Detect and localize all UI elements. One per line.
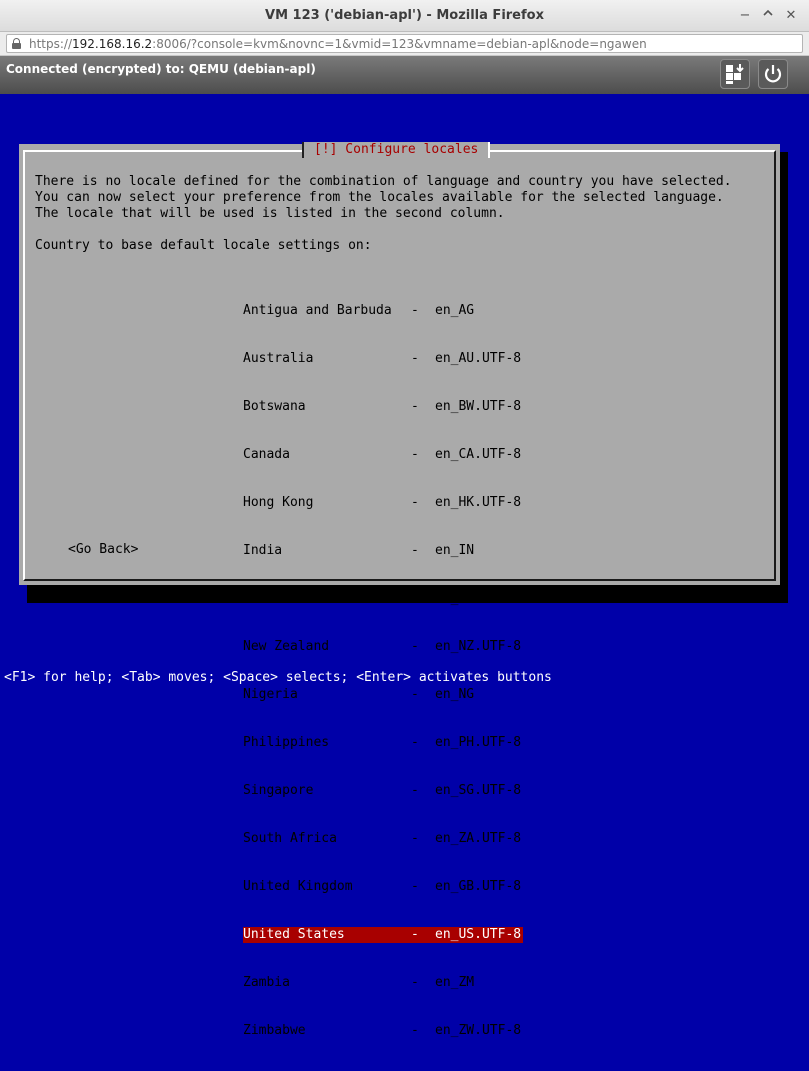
maximize-icon[interactable] [760,8,776,24]
url-host: 192.168.16.2 [72,37,153,51]
connection-status: Connected (encrypted) to: QEMU (debian-a… [6,62,316,76]
list-item[interactable]: New Zealand - en_NZ.UTF-8 [243,639,523,655]
go-back-button[interactable]: <Go Back> [68,542,138,558]
dialog-title: [!] Configure locales [302,142,491,158]
power-button[interactable] [758,59,788,89]
list-item[interactable]: Zambia - en_ZM [243,975,523,991]
selected-list-item[interactable]: United States - en_US.UTF-8 [243,927,523,943]
url-text: https://192.168.16.2:8006/?console=kvm&n… [29,37,647,51]
close-icon[interactable]: ✕ [783,8,799,24]
url-bar: https://192.168.16.2:8006/?console=kvm&n… [0,32,809,56]
window-title: VM 123 ('debian-apl') - Mozilla Firefox [265,8,544,23]
list-item[interactable]: Hong Kong - en_HK.UTF-8 [243,495,523,511]
list-item[interactable]: Botswana - en_BW.UTF-8 [243,399,523,415]
send-keys-button[interactable] [720,59,750,89]
url-scheme: https:// [29,37,73,51]
list-item[interactable]: Canada - en_CA.UTF-8 [243,447,523,463]
configure-locales-dialog: [!] Configure locales There is no locale… [19,142,780,1038]
list-item[interactable]: Antigua and Barbuda - en_AG [243,303,523,319]
country-prompt: Country to base default locale settings … [35,238,372,253]
help-line: <F1> for help; <Tab> moves; <Space> sele… [4,670,552,685]
list-item[interactable]: Singapore - en_SG.UTF-8 [243,783,523,799]
list-item[interactable]: India - en_IN [243,543,523,559]
window-titlebar: VM 123 ('debian-apl') - Mozilla Firefox … [0,0,809,32]
list-item[interactable]: United Kingdom - en_GB.UTF-8 [243,879,523,895]
description-line-2: You can now select your preference from … [35,190,724,205]
list-item[interactable]: South Africa - en_ZA.UTF-8 [243,831,523,847]
power-icon [764,65,782,83]
description-line-1: There is no locale defined for the combi… [35,174,732,189]
description-line-3: The locale that will be used is listed i… [35,206,505,221]
url-path: :8006/?console=kvm&novnc=1&vmid=123&vmna… [152,37,647,51]
vnc-status-bar: Connected (encrypted) to: QEMU (debian-a… [0,56,809,94]
list-item[interactable]: Australia - en_AU.UTF-8 [243,351,523,367]
list-item[interactable]: Philippines - en_PH.UTF-8 [243,735,523,751]
address-field[interactable]: https://192.168.16.2:8006/?console=kvm&n… [6,34,803,53]
list-item[interactable]: Nigeria - en_NG [243,687,523,703]
minimize-icon[interactable]: − [737,8,753,24]
lock-icon [12,38,21,49]
send-keys-icon [726,64,744,84]
list-item[interactable]: Zimbabwe - en_ZW.UTF-8 [243,1023,523,1039]
list-item[interactable]: Ireland - en_IE.UTF-8 [243,591,523,607]
